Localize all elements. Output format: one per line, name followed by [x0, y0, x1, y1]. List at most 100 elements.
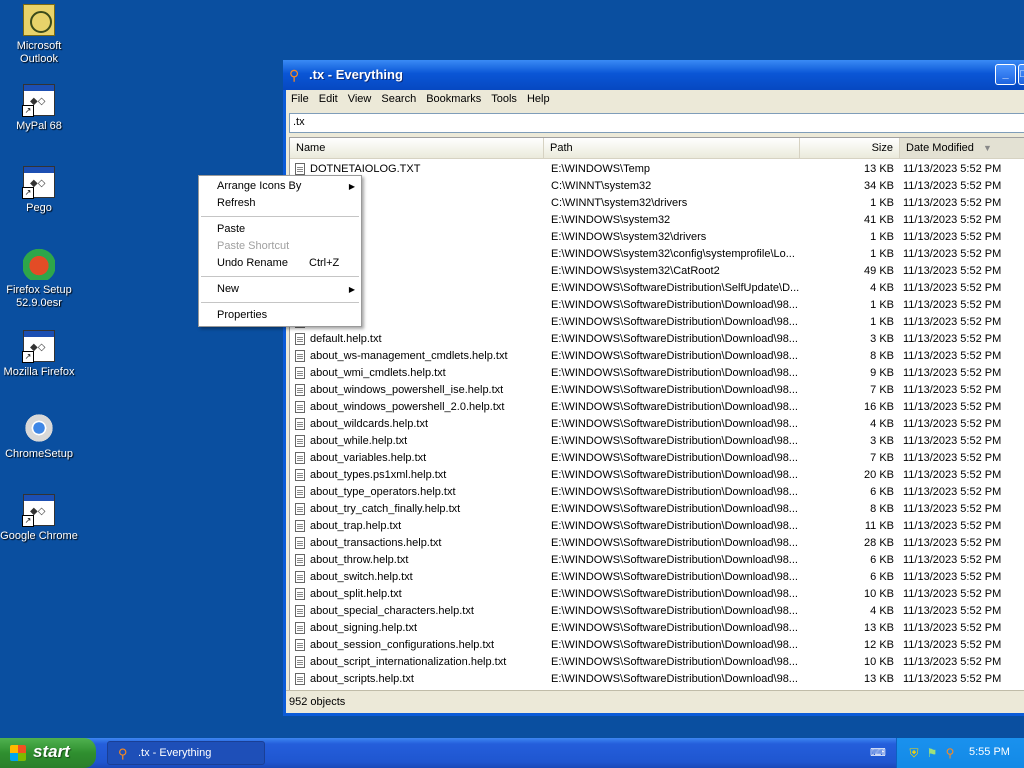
file-size-cell: 41 KB [864, 214, 894, 226]
keyboard-icon[interactable]: ⌨ [870, 748, 886, 759]
context-menu-item-arrange-icons-by[interactable]: Arrange Icons By ▶ [199, 178, 361, 195]
file-date-cell: 11/13/2023 5:52 PM [903, 282, 1002, 294]
file-path-cell: E:\WINDOWS\SoftwareDistribution\Download… [551, 605, 798, 617]
text-file-icon [295, 486, 305, 498]
table-row[interactable]: E:\WINDOWS\SoftwareDistribution\SelfUpda… [290, 280, 1024, 297]
context-menu-item-refresh[interactable]: Refresh [199, 195, 361, 212]
table-row[interactable]: E:\WINDOWS\system32\CatRoot2 49 KB 11/13/2… [290, 263, 1024, 280]
text-file-icon [295, 350, 305, 362]
results-list[interactable]: Name Path Size Date Modified ▼ DOTNETAIO… [289, 137, 1024, 693]
menu-search[interactable]: Search [376, 90, 421, 105]
table-row[interactable]: E:\WINDOWS\SoftwareDistribution\Download… [290, 314, 1024, 331]
text-file-icon [295, 588, 305, 600]
context-menu-label: Paste Shortcut [217, 240, 290, 252]
table-row[interactable]: about_switch.help.txt E:\WINDOWS\Software… [290, 569, 1024, 586]
table-row[interactable]: about_split.help.txt E:\WINDOWS\SoftwareD… [290, 586, 1024, 603]
table-row[interactable]: E:\WINDOWS\system32 41 KB 11/13/2023 5:52 … [290, 212, 1024, 229]
table-row[interactable]: about_while.help.txt E:\WINDOWS\SoftwareD… [290, 433, 1024, 450]
column-header-path[interactable]: Path [544, 138, 800, 158]
everything-tray-icon[interactable]: ⚲ [943, 746, 957, 760]
table-row[interactable]: about_types.ps1xml.help.txt E:\WINDOWS\So… [290, 467, 1024, 484]
file-date-cell: 11/13/2023 5:52 PM [903, 350, 1002, 362]
tray-clock[interactable]: 5:55 PM [969, 746, 1010, 758]
context-menu-item-undo-rename[interactable]: Undo Rename Ctrl+Z [199, 255, 361, 272]
file-date-cell: 11/13/2023 5:52 PM [903, 384, 1002, 396]
security-shield-icon[interactable]: ⛨ [907, 746, 921, 760]
text-file-icon [295, 163, 305, 175]
table-row[interactable]: txtE:\WINDOWS\system32\drivers1 KB11/13/… [290, 229, 1024, 246]
menu-edit[interactable]: Edit [314, 90, 343, 105]
table-row[interactable]: about_wildcards.help.txt E:\WINDOWS\Softw… [290, 416, 1024, 433]
table-row[interactable]: about_signing.help.txt E:\WINDOWS\Softwar… [290, 620, 1024, 637]
table-row[interactable]: about_ws-management_cmdlets.help.txt E:\W… [290, 348, 1024, 365]
file-size-cell: 6 KB [870, 486, 894, 498]
search-input[interactable]: .tx [289, 113, 1024, 133]
network-icon[interactable]: ⚑ [925, 746, 939, 760]
table-row[interactable]: default.help.txt E:\WINDOWS\SoftwareDistr… [290, 331, 1024, 348]
file-date-cell: 11/13/2023 5:52 PM [903, 435, 1002, 447]
table-row[interactable]: about_special_characters.help.txt E:\WIND… [290, 603, 1024, 620]
maximize-button[interactable]: □ [1018, 64, 1024, 85]
table-row[interactable]: E:\WINDOWS\system32\config\systemprofile… [290, 246, 1024, 263]
file-size-cell: 1 KB [870, 231, 894, 243]
menu-view[interactable]: View [343, 90, 377, 105]
desktop-icon-label: Mozilla Firefox [3, 366, 75, 378]
table-row[interactable]: about_type_operators.help.txt E:\WINDOWS\… [290, 484, 1024, 501]
column-header-row: Name Path Size Date Modified ▼ [290, 138, 1024, 159]
context-menu-label: Arrange Icons By [217, 180, 302, 192]
menu-file[interactable]: File [286, 90, 314, 105]
file-path-cell: E:\WINDOWS\SoftwareDistribution\Download… [551, 401, 798, 413]
file-name-cell: about_ws-management_cmdlets.help.txt [310, 350, 508, 362]
table-row[interactable]: DOTNETAIOLOG.TXT E:\WINDOWS\Temp 13 KB 11/1… [290, 161, 1024, 178]
title-bar[interactable]: ⚲ .tx - Everything _ □ [283, 60, 1024, 90]
column-header-name[interactable]: Name [290, 138, 544, 158]
windows-logo-icon [10, 745, 26, 761]
table-row[interactable]: about_try_catch_finally.help.txt E:\WINDO… [290, 501, 1024, 518]
chrome-setup-icon [23, 412, 55, 444]
table-row[interactable]: about_script_internationalization.help.t… [290, 654, 1024, 671]
table-row[interactable]: txtC:\WINNT\system32\drivers1 KB11/13/20… [290, 195, 1024, 212]
file-size-cell: 10 KB [864, 656, 894, 668]
desktop-icon-mypal[interactable]: ↗ MyPal 68 [0, 84, 78, 133]
table-row[interactable]: about_variables.help.txt E:\WINDOWS\Softw… [290, 450, 1024, 467]
menu-tools[interactable]: Tools [486, 90, 522, 105]
desktop-icon-label: Pego [26, 202, 52, 214]
desktop-icon-mozilla-firefox[interactable]: ↗ Mozilla Firefox [0, 330, 78, 379]
file-date-cell: 11/13/2023 5:52 PM [903, 622, 1002, 634]
table-row[interactable]: about_transactions.help.txt E:\WINDOWS\So… [290, 535, 1024, 552]
minimize-button[interactable]: _ [995, 64, 1016, 85]
table-row[interactable]: about_windows_powershell_ise.help.txt E:\… [290, 382, 1024, 399]
taskbar-item-everything[interactable]: ⚲ .tx - Everything [107, 741, 265, 765]
file-size-cell: 13 KB [864, 673, 894, 685]
desktop-icon-google-chrome[interactable]: ↗ Google Chrome [0, 494, 78, 543]
text-file-icon [295, 367, 305, 379]
column-header-size[interactable]: Size [800, 138, 900, 158]
table-row[interactable]: about_wmi_cmdlets.help.txt E:\WINDOWS\Sof… [290, 365, 1024, 382]
menu-help[interactable]: Help [522, 90, 555, 105]
desktop-icon-outlook[interactable]: Microsoft Outlook [0, 4, 78, 66]
context-menu-item-new[interactable]: New ▶ [199, 281, 361, 298]
table-row[interactable]: about_trap.help.txt E:\WINDOWS\SoftwareDi… [290, 518, 1024, 535]
menu-bookmarks[interactable]: Bookmarks [421, 90, 486, 105]
context-menu-item-properties[interactable]: Properties [199, 307, 361, 324]
text-file-icon [295, 605, 305, 617]
desktop-icon-chrome-setup[interactable]: ChromeSetup [0, 412, 78, 461]
column-header-date[interactable]: Date Modified ▼ [900, 138, 1024, 158]
desktop-icon-pego[interactable]: ↗ Pego [0, 166, 78, 215]
file-date-cell: 11/13/2023 5:52 PM [903, 520, 1002, 532]
file-path-cell: E:\WINDOWS\system32\drivers [551, 231, 707, 243]
desktop-icon-firefox-setup[interactable]: Firefox Setup 52.9.0esr [0, 248, 78, 310]
table-row[interactable]: about_scripts.help.txt E:\WINDOWS\Softwar… [290, 671, 1024, 688]
column-header-date-label: Date Modified [906, 142, 974, 154]
table-row[interactable]: about_windows_powershell_2.0.help.txt E:\… [290, 399, 1024, 416]
file-date-cell: 11/13/2023 5:52 PM [903, 197, 1002, 209]
desktop-context-menu: Arrange Icons By ▶ Refresh Paste Paste Short… [198, 175, 362, 327]
table-row[interactable]: ecute_.txtE:\WINDOWS\SoftwareDistributio… [290, 297, 1024, 314]
start-button[interactable]: start [0, 738, 96, 768]
table-row[interactable]: C:\WINNT\system32 34 KB 11/13/2023 5:52 PM [290, 178, 1024, 195]
context-menu-item-paste[interactable]: Paste [199, 221, 361, 238]
table-row[interactable]: about_session_configurations.help.txt E:\… [290, 637, 1024, 654]
file-name-cell: about_trap.help.txt [310, 520, 402, 532]
file-date-cell: 11/13/2023 5:52 PM [903, 673, 1002, 685]
table-row[interactable]: about_throw.help.txt E:\WINDOWS\SoftwareD… [290, 552, 1024, 569]
